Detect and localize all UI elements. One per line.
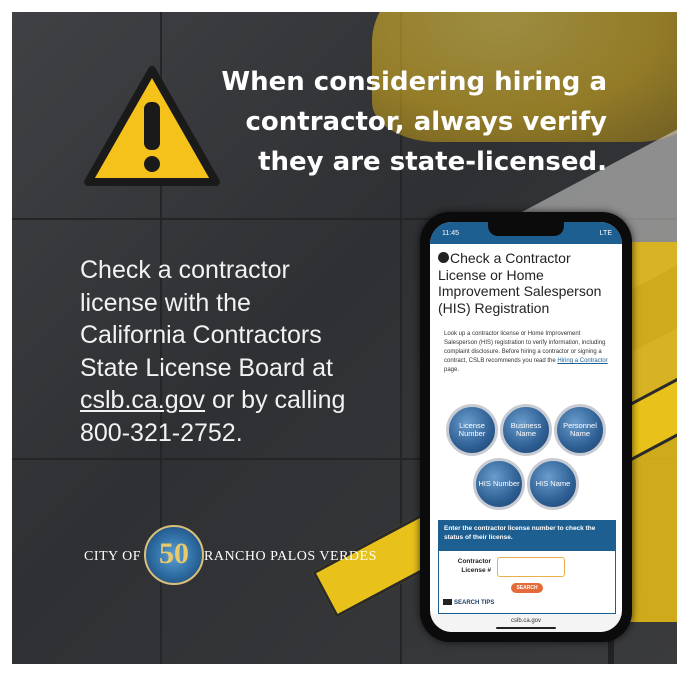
- description-end: page.: [444, 367, 460, 373]
- business-name-button[interactable]: Business Name: [500, 404, 552, 456]
- his-name-button[interactable]: HIS Name: [527, 458, 579, 510]
- hiring-contractor-link[interactable]: Hiring a Contractor: [557, 358, 607, 364]
- search-tips-label: SEARCH TIPS: [454, 600, 495, 606]
- cslb-link[interactable]: cslb.ca.gov: [80, 386, 205, 414]
- search-heading: Enter the contractor license number to c…: [439, 521, 615, 551]
- his-number-button[interactable]: HIS Number: [473, 458, 525, 510]
- headline-line: they are state-licensed.: [258, 147, 607, 177]
- expand-icon: [443, 599, 452, 605]
- promo-graphic: When considering hiring a contractor, al…: [12, 12, 677, 664]
- headline: When considering hiring a contractor, al…: [182, 62, 607, 182]
- license-number-input[interactable]: [497, 557, 565, 577]
- status-time: 11:45: [442, 230, 459, 237]
- city-of-label: CITY OF: [84, 549, 142, 564]
- page-description: Look up a contractor license or Home Imp…: [444, 330, 612, 375]
- headline-line: When considering hiring a: [221, 67, 607, 97]
- phone-mockup: 11:45 LTE Check a Contractor License or …: [420, 212, 632, 642]
- body-line: State License Board at: [80, 353, 333, 382]
- body-line: cslb.ca.gov or by calling: [80, 384, 400, 417]
- home-indicator: [496, 627, 556, 629]
- license-field-label: Contractor License #: [457, 558, 491, 574]
- body-line: California Contractors: [80, 321, 322, 349]
- phone-number: 800-321-2752.: [80, 418, 243, 447]
- headline-line: contractor, always verify: [245, 107, 608, 137]
- back-circle-icon[interactable]: [438, 252, 449, 263]
- url-text: cslb.ca.gov: [510, 618, 541, 624]
- page-title: Check a Contractor License or Home Impro…: [438, 250, 616, 316]
- phone-screen: 11:45 LTE Check a Contractor License or …: [430, 222, 622, 632]
- license-number-button[interactable]: License Number: [446, 404, 498, 456]
- search-button[interactable]: SEARCH: [511, 583, 543, 593]
- phone-notch: [488, 222, 564, 236]
- page-title-text: Check a Contractor License or Home Impro…: [438, 250, 602, 316]
- license-search-panel: Enter the contractor license number to c…: [438, 520, 616, 614]
- signal-icon: LTE: [599, 230, 612, 237]
- city-logo: CITY OF 50 RANCHO PALOS VERDES: [84, 525, 384, 585]
- body-text: Check a contractor license with the Cali…: [80, 254, 400, 449]
- city-seal: 50: [144, 525, 204, 585]
- city-name-label: RANCHO PALOS VERDES: [204, 549, 377, 564]
- body-line: license with the: [80, 288, 251, 317]
- body-line: Check a contractor: [80, 256, 290, 284]
- body-line-rest: or by calling: [205, 386, 346, 414]
- seal-number: 50: [159, 537, 189, 570]
- search-tips-toggle[interactable]: SEARCH TIPS: [443, 599, 494, 606]
- browser-url-bar[interactable]: cslb.ca.gov: [430, 614, 622, 632]
- personnel-name-button[interactable]: Personnel Name: [554, 404, 606, 456]
